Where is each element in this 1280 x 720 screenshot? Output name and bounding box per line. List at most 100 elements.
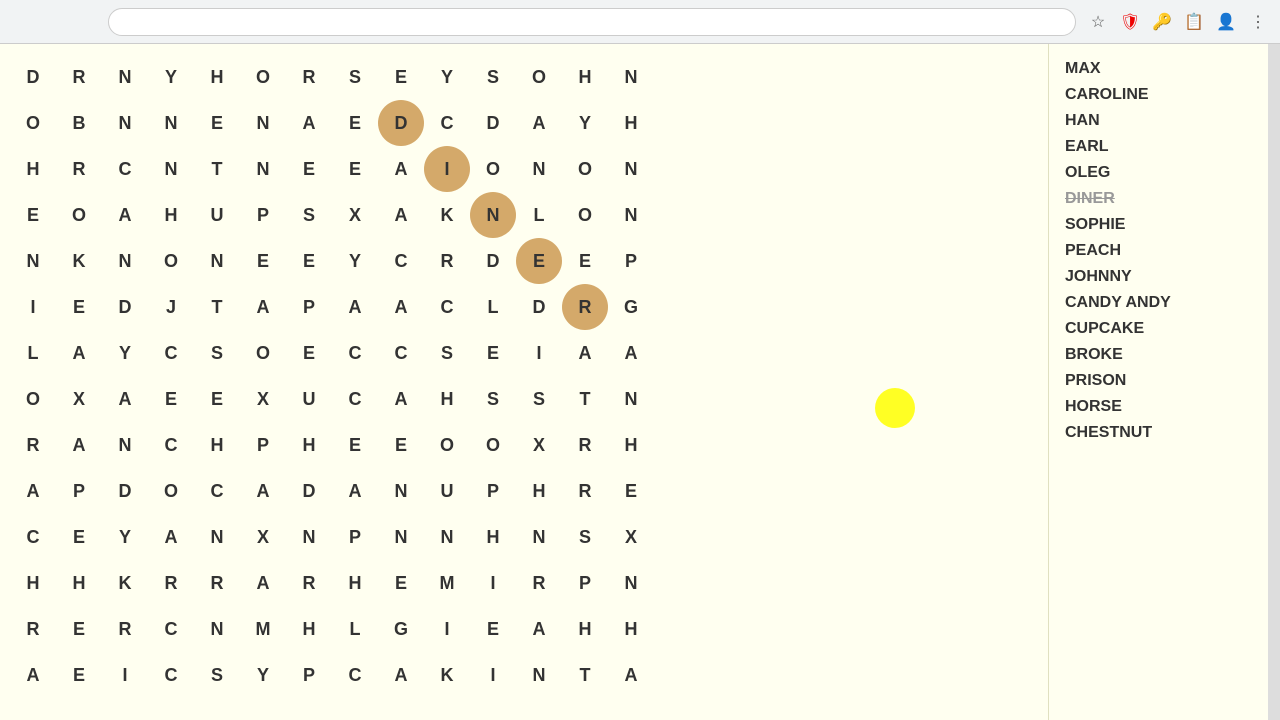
grid-cell[interactable]: N <box>378 468 424 514</box>
grid-cell[interactable]: R <box>148 560 194 606</box>
grid-cell[interactable]: Y <box>102 514 148 560</box>
word-item[interactable]: HAN <box>1065 112 1252 130</box>
grid-cell[interactable]: T <box>194 284 240 330</box>
grid-cell[interactable]: D <box>470 238 516 284</box>
word-item[interactable]: HORSE <box>1065 398 1252 416</box>
grid-cell[interactable]: R <box>56 54 102 100</box>
grid-cell[interactable]: G <box>378 606 424 652</box>
grid-cell[interactable]: D <box>516 284 562 330</box>
grid-cell[interactable]: A <box>56 330 102 376</box>
grid-cell[interactable]: E <box>56 652 102 698</box>
grid-cell[interactable]: H <box>424 376 470 422</box>
grid-cell[interactable]: N <box>608 54 654 100</box>
grid-cell[interactable]: O <box>562 192 608 238</box>
grid-cell[interactable]: A <box>102 376 148 422</box>
grid-cell[interactable]: I <box>424 606 470 652</box>
grid-cell[interactable]: Y <box>424 54 470 100</box>
grid-cell[interactable]: E <box>332 146 378 192</box>
grid-cell[interactable]: R <box>102 606 148 652</box>
grid-cell[interactable]: A <box>378 652 424 698</box>
grid-cell[interactable]: E <box>332 100 378 146</box>
forward-button[interactable] <box>40 8 68 36</box>
grid-cell[interactable]: C <box>378 330 424 376</box>
grid-cell[interactable]: A <box>10 468 56 514</box>
menu-button[interactable]: ⋮ <box>1244 8 1272 36</box>
grid-cell[interactable]: P <box>56 468 102 514</box>
grid-cell[interactable]: T <box>562 652 608 698</box>
grid-cell[interactable]: L <box>332 606 378 652</box>
grid-cell[interactable]: A <box>286 100 332 146</box>
grid-cell[interactable]: E <box>378 54 424 100</box>
grid-cell[interactable]: N <box>516 514 562 560</box>
grid-cell[interactable]: G <box>608 284 654 330</box>
bookmark-button[interactable]: ☆ <box>1084 8 1112 36</box>
grid-cell[interactable]: A <box>332 468 378 514</box>
grid-cell[interactable]: O <box>10 100 56 146</box>
grid-cell[interactable]: O <box>10 376 56 422</box>
grid-cell[interactable]: A <box>562 330 608 376</box>
grid-cell[interactable]: A <box>608 652 654 698</box>
grid-cell[interactable]: E <box>470 606 516 652</box>
grid-cell[interactable]: S <box>516 376 562 422</box>
grid-cell[interactable]: O <box>56 192 102 238</box>
grid-cell[interactable]: Y <box>332 238 378 284</box>
grid-cell[interactable]: P <box>332 514 378 560</box>
grid-cell[interactable]: A <box>148 514 194 560</box>
grid-cell[interactable]: N <box>516 146 562 192</box>
grid-cell[interactable]: A <box>516 100 562 146</box>
grid-cell[interactable]: C <box>194 468 240 514</box>
grid-cell[interactable]: E <box>470 330 516 376</box>
grid-cell[interactable]: O <box>148 468 194 514</box>
grid-cell[interactable]: D <box>378 100 424 146</box>
grid-cell[interactable]: O <box>240 330 286 376</box>
grid-cell[interactable]: N <box>378 514 424 560</box>
grid-cell[interactable]: O <box>470 422 516 468</box>
grid-cell[interactable]: H <box>608 606 654 652</box>
grid-cell[interactable]: N <box>516 652 562 698</box>
extension-button1[interactable]: 🛡 <box>1116 8 1144 36</box>
grid-cell[interactable]: K <box>424 652 470 698</box>
grid-cell[interactable]: N <box>102 422 148 468</box>
word-item[interactable]: CANDY ANDY <box>1065 294 1252 312</box>
grid-cell[interactable]: I <box>102 652 148 698</box>
grid-cell[interactable]: C <box>424 100 470 146</box>
grid-cell[interactable]: C <box>378 238 424 284</box>
word-item[interactable]: EARL <box>1065 138 1252 156</box>
grid-cell[interactable]: C <box>148 606 194 652</box>
grid-cell[interactable]: E <box>56 284 102 330</box>
grid-cell[interactable]: S <box>286 192 332 238</box>
grid-cell[interactable]: Y <box>102 330 148 376</box>
grid-cell[interactable]: P <box>470 468 516 514</box>
grid-cell[interactable]: L <box>516 192 562 238</box>
grid-cell[interactable]: C <box>424 284 470 330</box>
grid-cell[interactable]: K <box>102 560 148 606</box>
grid-cell[interactable]: J <box>148 284 194 330</box>
grid-cell[interactable]: R <box>424 238 470 284</box>
grid-cell[interactable]: H <box>286 422 332 468</box>
grid-cell[interactable]: M <box>424 560 470 606</box>
grid-cell[interactable]: N <box>286 514 332 560</box>
grid-cell[interactable]: Y <box>562 100 608 146</box>
grid-cell[interactable]: S <box>194 330 240 376</box>
grid-cell[interactable]: L <box>10 330 56 376</box>
grid-cell[interactable]: R <box>516 560 562 606</box>
grid-cell[interactable]: X <box>56 376 102 422</box>
grid-cell[interactable]: S <box>332 54 378 100</box>
grid-cell[interactable]: D <box>286 468 332 514</box>
grid-cell[interactable]: N <box>102 100 148 146</box>
grid-cell[interactable]: E <box>240 238 286 284</box>
grid-cell[interactable]: R <box>286 560 332 606</box>
grid-cell[interactable]: H <box>608 422 654 468</box>
grid-cell[interactable]: K <box>424 192 470 238</box>
grid-cell[interactable]: E <box>516 238 562 284</box>
grid-cell[interactable]: S <box>424 330 470 376</box>
grid-cell[interactable]: N <box>240 146 286 192</box>
grid-cell[interactable]: N <box>470 192 516 238</box>
grid-cell[interactable]: P <box>608 238 654 284</box>
word-item[interactable]: MAX <box>1065 60 1252 78</box>
grid-cell[interactable]: R <box>56 146 102 192</box>
grid-cell[interactable]: A <box>378 192 424 238</box>
grid-cell[interactable]: I <box>470 560 516 606</box>
grid-cell[interactable]: Y <box>148 54 194 100</box>
grid-cell[interactable]: E <box>56 606 102 652</box>
